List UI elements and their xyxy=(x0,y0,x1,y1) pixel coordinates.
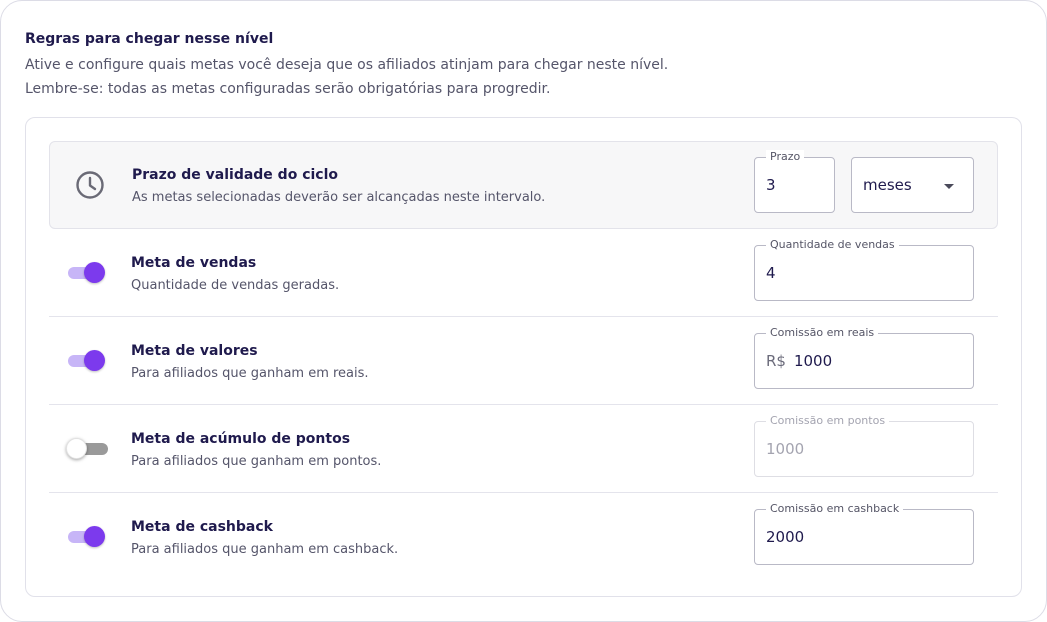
values-goal-subtitle: Para afiliados que ganham em reais. xyxy=(131,366,369,381)
cycle-subtitle: As metas selecionadas deverão ser alcanç… xyxy=(132,190,546,205)
sales-goal-subtitle: Quantidade de vendas geradas. xyxy=(131,278,340,293)
toggle-thumb xyxy=(84,350,105,371)
cashback-goal-toggle[interactable] xyxy=(68,525,108,549)
sales-quantity-value[interactable]: 4 xyxy=(766,246,776,300)
cashback-goal-title: Meta de cashback xyxy=(131,519,273,535)
values-goal-toggle[interactable] xyxy=(68,349,108,373)
points-goal-subtitle: Para afiliados que ganham em pontos. xyxy=(131,454,382,469)
period-unit-select[interactable]: meses xyxy=(851,157,974,213)
toggle-thumb xyxy=(84,526,105,547)
section-description: Ative e configure quais metas você desej… xyxy=(25,57,669,73)
commission-points-field[interactable]: Comissão em pontos 1000 xyxy=(754,414,974,477)
sales-goal-title: Meta de vendas xyxy=(131,255,257,271)
points-goal-toggle[interactable] xyxy=(66,437,108,461)
sales-goal-toggle[interactable] xyxy=(68,261,108,285)
section-title: Regras para chegar nesse nível xyxy=(25,31,274,47)
divider xyxy=(49,316,998,317)
sales-quantity-label: Quantidade de vendas xyxy=(766,238,899,252)
chevron-down-icon[interactable] xyxy=(944,184,954,189)
period-unit-value: meses xyxy=(863,176,912,194)
values-goal-title: Meta de valores xyxy=(131,343,258,359)
section-reminder: Lembre-se: todas as metas configuradas s… xyxy=(25,81,551,97)
divider xyxy=(49,492,998,493)
commission-cashback-value[interactable]: 2000 xyxy=(766,510,804,564)
toggle-thumb xyxy=(84,262,105,283)
commission-reais-field[interactable]: Comissão em reais R$ 1000 xyxy=(754,326,974,389)
cashback-goal-subtitle: Para afiliados que ganham em cashback. xyxy=(131,542,399,557)
currency-prefix: R$ xyxy=(766,352,786,370)
commission-cashback-field[interactable]: Comissão em cashback 2000 xyxy=(754,502,974,565)
toggle-thumb xyxy=(66,438,87,459)
commission-reais-input[interactable]: R$ 1000 xyxy=(766,334,832,388)
deadline-value[interactable]: 3 xyxy=(766,158,776,212)
commission-points-value[interactable]: 1000 xyxy=(766,422,804,476)
divider xyxy=(49,404,998,405)
cycle-title: Prazo de validade do ciclo xyxy=(132,167,339,183)
clock-icon xyxy=(76,171,104,199)
points-goal-title: Meta de acúmulo de pontos xyxy=(131,431,351,447)
deadline-field[interactable]: Prazo 3 xyxy=(754,150,835,213)
commission-reais-value: 1000 xyxy=(793,352,833,370)
sales-quantity-field[interactable]: Quantidade de vendas 4 xyxy=(754,238,974,301)
